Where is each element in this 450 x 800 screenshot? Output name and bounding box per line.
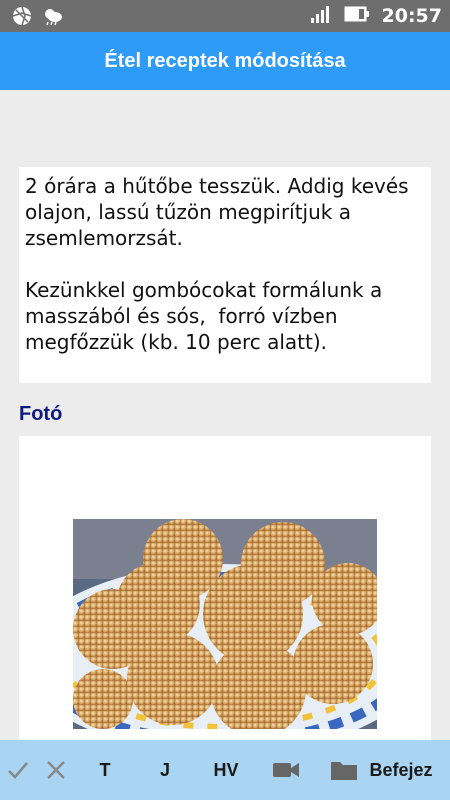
hv-button[interactable]: HV <box>206 740 246 800</box>
weather-icon <box>42 6 64 30</box>
status-bar: 20:57 <box>0 0 450 32</box>
status-time: 20:57 <box>381 5 442 27</box>
j-button[interactable]: J <box>152 740 178 800</box>
recipe-photo[interactable] <box>73 519 377 729</box>
folder-icon[interactable] <box>328 740 360 800</box>
photo-section-label: Fotó <box>19 403 63 425</box>
t-button[interactable]: T <box>92 740 118 800</box>
bottom-toolbar: T J HV Befejez <box>0 740 450 800</box>
close-icon[interactable] <box>42 740 70 800</box>
aperture-icon <box>12 6 32 30</box>
app-bar: Étel receptek módosítása <box>0 32 450 90</box>
photo-card[interactable] <box>19 436 431 756</box>
page-title: Étel receptek módosítása <box>104 49 346 72</box>
finish-button[interactable]: Befejez <box>366 740 436 800</box>
recipe-text-field[interactable]: 2 órára a hűtőbe tesszük. Addig kevés ol… <box>19 167 431 383</box>
signal-icon <box>310 4 332 28</box>
battery-icon <box>344 6 370 26</box>
video-camera-icon[interactable] <box>270 740 302 800</box>
check-icon[interactable] <box>4 740 32 800</box>
